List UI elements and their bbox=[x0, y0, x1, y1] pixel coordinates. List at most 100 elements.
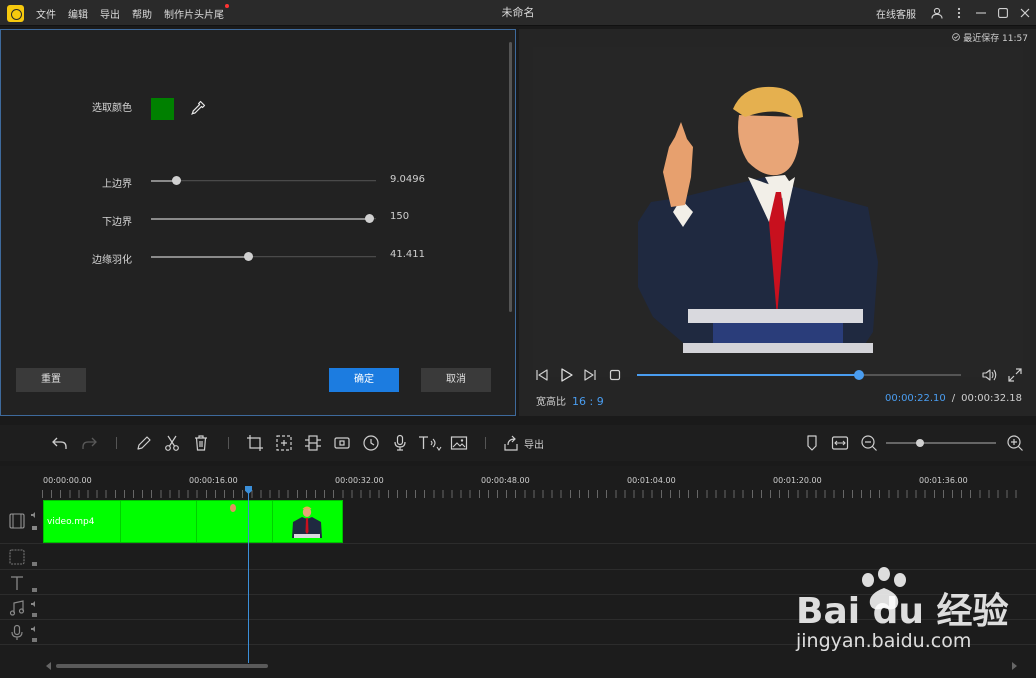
edge-feather-slider[interactable] bbox=[151, 252, 376, 262]
confirm-button[interactable]: 确定 bbox=[329, 368, 399, 392]
user-icon[interactable] bbox=[926, 0, 948, 26]
previous-frame-icon[interactable] bbox=[534, 367, 550, 383]
clip-name: video.mp4 bbox=[47, 517, 95, 527]
aspect-ratio-value: 16 : 9 bbox=[572, 395, 604, 408]
panel-scrollbar[interactable] bbox=[509, 42, 512, 312]
window-controls: 在线客服 bbox=[876, 0, 1036, 26]
track-volume-icon[interactable] bbox=[31, 512, 39, 518]
more-vertical-icon[interactable] bbox=[948, 0, 970, 26]
playhead-line bbox=[248, 487, 249, 663]
reset-button[interactable]: 重置 bbox=[16, 368, 86, 392]
stop-icon[interactable] bbox=[607, 367, 623, 383]
upper-bound-slider[interactable] bbox=[151, 176, 376, 186]
track-lock-icon[interactable] bbox=[31, 611, 39, 617]
ruler-label: 00:01:36.00 bbox=[919, 476, 968, 485]
upper-bound-label: 上边界 bbox=[102, 179, 132, 190]
undo-icon[interactable] bbox=[51, 434, 69, 452]
time-display: 00:00:22.10 / 00:00:32.18 bbox=[885, 393, 1022, 404]
ruler-label: 00:01:04.00 bbox=[627, 476, 676, 485]
ruler-ticks bbox=[42, 490, 1022, 498]
delete-icon[interactable] bbox=[192, 434, 210, 452]
minimize-icon[interactable] bbox=[970, 0, 992, 26]
export-share-icon[interactable] bbox=[502, 434, 520, 452]
picture-in-picture-icon[interactable] bbox=[450, 434, 468, 452]
volume-icon[interactable] bbox=[981, 367, 997, 383]
fit-timeline-icon[interactable] bbox=[831, 434, 849, 452]
fullscreen-icon[interactable] bbox=[1007, 367, 1023, 383]
timeline-zoom-slider[interactable] bbox=[886, 439, 996, 447]
lower-bound-slider[interactable] bbox=[151, 214, 376, 224]
mosaic-icon[interactable] bbox=[304, 434, 322, 452]
scroll-right-icon[interactable] bbox=[1012, 662, 1017, 670]
watermark-brand: Bai du 经验 bbox=[796, 591, 1009, 632]
menu-help[interactable]: 帮助 bbox=[132, 6, 152, 21]
menu-edit[interactable]: 编辑 bbox=[68, 6, 88, 21]
track-header bbox=[0, 544, 42, 569]
online-support-link[interactable]: 在线客服 bbox=[876, 6, 916, 21]
close-icon[interactable] bbox=[1014, 0, 1036, 26]
scroll-left-icon[interactable] bbox=[46, 662, 51, 670]
slider-fill bbox=[151, 256, 248, 258]
track-header bbox=[0, 498, 42, 543]
export-label[interactable]: 导出 bbox=[524, 436, 544, 451]
menu-export[interactable]: 导出 bbox=[100, 6, 120, 21]
pick-color-label: 选取颜色 bbox=[92, 103, 132, 114]
cancel-button[interactable]: 取消 bbox=[421, 368, 491, 392]
redo-icon[interactable] bbox=[80, 434, 98, 452]
track-lock-icon[interactable] bbox=[31, 524, 39, 530]
track-lock-icon[interactable] bbox=[31, 586, 39, 592]
menu-intro-outro-label: 制作片头片尾 bbox=[164, 9, 224, 21]
overlay-film-icon bbox=[9, 549, 25, 565]
zoom-frame-icon[interactable] bbox=[275, 434, 293, 452]
picked-color-swatch[interactable] bbox=[151, 98, 174, 120]
track-header bbox=[0, 620, 42, 644]
track-volume-icon[interactable] bbox=[31, 626, 39, 632]
track-volume-icon[interactable] bbox=[31, 601, 39, 607]
text-to-speech-icon[interactable] bbox=[418, 434, 442, 452]
zoom-in-icon[interactable] bbox=[1006, 434, 1024, 452]
zoom-thumb[interactable] bbox=[915, 439, 924, 447]
maximize-icon[interactable] bbox=[992, 0, 1014, 26]
last-saved-text: 最近保存 11:57 bbox=[963, 34, 1028, 44]
voiceover-mic-icon bbox=[11, 624, 23, 640]
music-note-icon bbox=[9, 600, 25, 616]
slider-thumb[interactable] bbox=[365, 214, 375, 223]
menu-intro-outro[interactable]: 制作片头片尾 bbox=[164, 3, 229, 21]
freeze-frame-icon[interactable] bbox=[333, 434, 351, 452]
slider-thumb[interactable] bbox=[243, 252, 253, 261]
timeline-scrollbar[interactable] bbox=[56, 664, 268, 668]
playback-progress[interactable] bbox=[637, 370, 961, 380]
crop-icon[interactable] bbox=[246, 434, 264, 452]
notification-dot-icon bbox=[225, 3, 229, 8]
marker-icon[interactable] bbox=[803, 434, 821, 452]
scissors-icon[interactable] bbox=[163, 434, 181, 452]
progress-fill bbox=[637, 374, 859, 376]
progress-thumb[interactable] bbox=[853, 370, 864, 380]
track-header bbox=[0, 570, 42, 594]
aspect-ratio[interactable]: 宽高比 16 : 9 bbox=[536, 393, 604, 408]
track-lock-icon[interactable] bbox=[31, 636, 39, 642]
slider-thumb[interactable] bbox=[171, 176, 181, 185]
aspect-ratio-label: 宽高比 bbox=[536, 397, 566, 408]
speaker-figure-image bbox=[638, 86, 878, 353]
time-separator: / bbox=[951, 393, 956, 404]
track-header bbox=[0, 595, 42, 619]
zoom-out-icon[interactable] bbox=[860, 434, 878, 452]
slider-fill bbox=[151, 218, 370, 220]
preview-panel: 最近保存 11:57 宽高比 16 : 9 00:00:22.10 / 00:0… bbox=[519, 29, 1036, 416]
menu-file[interactable]: 文件 bbox=[36, 6, 56, 21]
video-clip[interactable]: video.mp4 bbox=[43, 500, 343, 543]
eyedropper-icon[interactable] bbox=[189, 99, 207, 117]
next-frame-icon[interactable] bbox=[582, 367, 598, 383]
lower-bound-value: 150 bbox=[390, 211, 410, 222]
ruler-label: 00:00:32.00 bbox=[335, 476, 384, 485]
title-bar: 文件 编辑 导出 帮助 制作片头片尾 未命名 在线客服 bbox=[0, 0, 1036, 26]
time-ruler[interactable]: 00:00:00.00 00:00:16.00 00:00:32.00 00:0… bbox=[0, 466, 1036, 498]
microphone-icon[interactable] bbox=[391, 434, 409, 452]
slider-track bbox=[151, 180, 376, 182]
pencil-icon[interactable] bbox=[135, 434, 153, 452]
total-time: 00:00:32.18 bbox=[961, 393, 1022, 404]
track-lock-icon[interactable] bbox=[31, 560, 39, 566]
play-icon[interactable] bbox=[558, 367, 574, 383]
speed-clock-icon[interactable] bbox=[362, 434, 380, 452]
